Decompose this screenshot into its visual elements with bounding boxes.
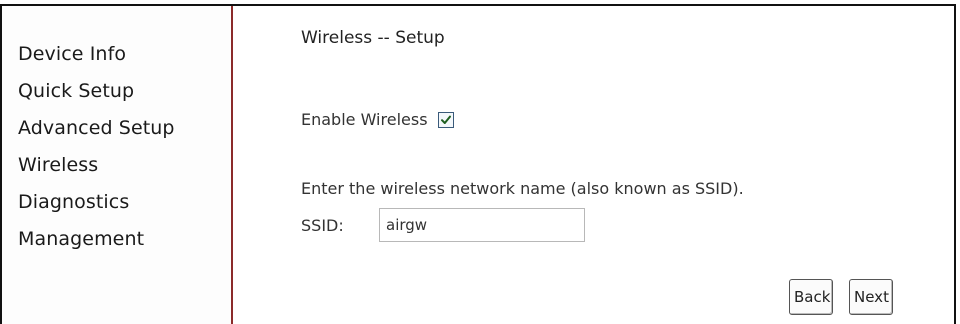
sidebar-nav: Device Info Quick Setup Advanced Setup W… bbox=[18, 36, 175, 258]
page-title: Wireless -- Setup bbox=[301, 28, 445, 48]
sidebar-item-wireless[interactable]: Wireless bbox=[18, 147, 175, 184]
sidebar-item-quick-setup[interactable]: Quick Setup bbox=[18, 73, 175, 110]
sidebar: Device Info Quick Setup Advanced Setup W… bbox=[2, 6, 233, 324]
page-frame: Device Info Quick Setup Advanced Setup W… bbox=[0, 4, 956, 324]
main-content: Wireless -- Setup Enable Wireless Enter … bbox=[235, 6, 954, 324]
enable-wireless-row: Enable Wireless bbox=[301, 110, 454, 129]
sidebar-item-diagnostics[interactable]: Diagnostics bbox=[18, 184, 175, 221]
back-button[interactable]: Back bbox=[789, 279, 833, 315]
ssid-input[interactable] bbox=[379, 208, 585, 242]
ssid-hint: Enter the wireless network name (also kn… bbox=[301, 179, 744, 198]
check-icon bbox=[440, 115, 451, 124]
enable-wireless-checkbox[interactable] bbox=[437, 111, 454, 128]
ssid-label: SSID: bbox=[301, 215, 344, 235]
sidebar-item-advanced-setup[interactable]: Advanced Setup bbox=[18, 110, 175, 147]
ssid-row: SSID: bbox=[301, 208, 585, 242]
next-button[interactable]: Next bbox=[849, 279, 893, 315]
enable-wireless-label: Enable Wireless bbox=[301, 110, 428, 129]
sidebar-item-management[interactable]: Management bbox=[18, 221, 175, 258]
sidebar-item-device-info[interactable]: Device Info bbox=[18, 36, 175, 73]
